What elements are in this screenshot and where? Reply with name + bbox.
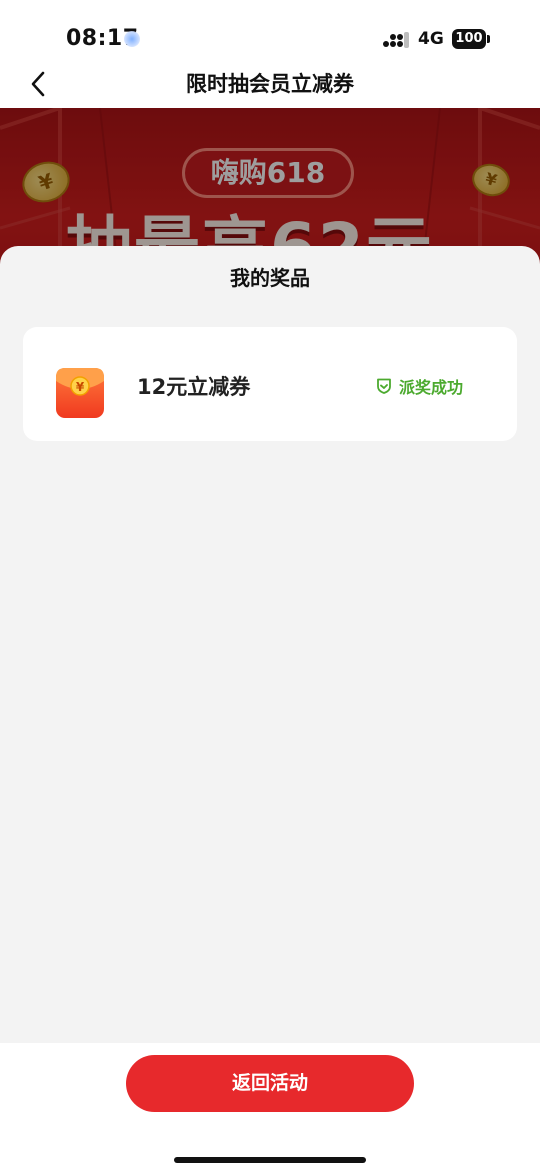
home-indicator[interactable]: [174, 1157, 366, 1163]
footer: 返回活动: [0, 1043, 540, 1173]
page: 08:17 4G 100 限时抽会员立减券 ¥ ¥ 嗨购618 我的奖品 ¥ 1…: [0, 0, 540, 1173]
return-to-activity-button[interactable]: 返回活动: [126, 1055, 414, 1112]
cellular-signal-icon: [383, 32, 409, 48]
status-bar: 08:17 4G 100: [0, 0, 540, 60]
shield-check-icon: [377, 378, 391, 394]
network-type: 4G: [418, 29, 444, 49]
battery-icon: 100: [452, 29, 490, 49]
sheet-title: 我的奖品: [230, 266, 310, 290]
nav-bar: 限时抽会员立减券: [0, 60, 540, 108]
red-envelope-icon: ¥: [56, 368, 104, 418]
battery-level: 100: [452, 29, 486, 49]
page-title: 限时抽会员立减券: [186, 72, 354, 96]
prize-status-text: 派奖成功: [399, 378, 464, 397]
location-indicator-icon: [124, 31, 140, 47]
prize-sheet: 我的奖品 ¥ 12元立减券 派奖成功: [0, 246, 540, 1046]
prize-name: 12元立减券: [137, 375, 251, 399]
prize-status: 派奖成功: [375, 374, 463, 398]
prize-card: ¥ 12元立减券 派奖成功: [23, 327, 517, 441]
svg-text:¥: ¥: [76, 380, 85, 394]
